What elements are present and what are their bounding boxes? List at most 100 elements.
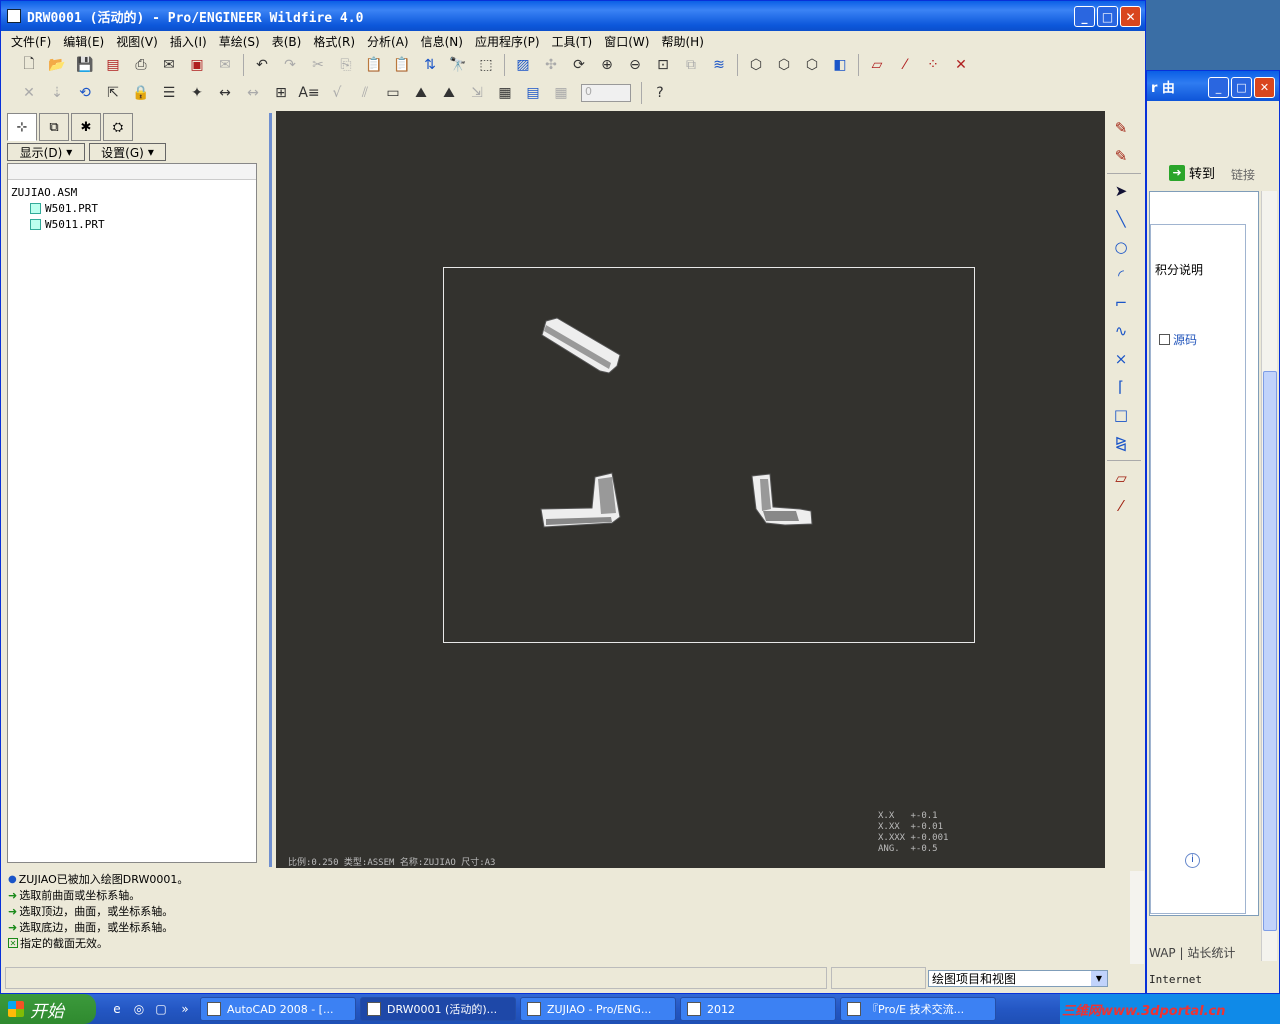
spin-input[interactable]: 0 xyxy=(581,84,631,102)
menu-edit[interactable]: 编辑(E) xyxy=(57,33,110,50)
menu-table[interactable]: 表(B) xyxy=(266,33,308,50)
open-file-icon[interactable]: 📂 xyxy=(43,53,71,77)
taskbar-item[interactable]: DRW0001 (活动的)... xyxy=(360,997,516,1021)
close-icon[interactable]: ✕ xyxy=(1254,77,1275,98)
spin-center-icon[interactable]: ✣ xyxy=(537,53,565,77)
quicklaunch-icon[interactable]: ◎ xyxy=(130,1000,148,1018)
balloon-icon[interactable]: ⛰ xyxy=(407,81,435,105)
copy-icon[interactable]: ⎘ xyxy=(332,53,360,77)
find-icon[interactable]: 🔭 xyxy=(444,53,472,77)
reorient-icon[interactable]: ⧉ xyxy=(677,53,705,77)
ie-icon[interactable]: e xyxy=(108,1000,126,1018)
source-checkbox[interactable]: 源码 xyxy=(1159,331,1197,348)
sketcher-tools-icon[interactable]: ✎ xyxy=(1107,143,1135,169)
maximize-icon[interactable]: □ xyxy=(1231,77,1252,98)
datum-tag-icon[interactable]: ▭ xyxy=(379,81,407,105)
background-browser-window[interactable]: r 由 _ □ ✕ ➜ 转到 链接 积分说明 源码 i WAP | 站长统计 I… xyxy=(1146,70,1280,994)
symbol-icon[interactable]: ⛰ xyxy=(435,81,463,105)
message-scrollbar[interactable] xyxy=(1130,871,1144,964)
more-icon[interactable]: » xyxy=(176,1000,194,1018)
arc-icon[interactable]: ◜ xyxy=(1107,262,1135,288)
email-icon[interactable]: ✉ xyxy=(155,53,183,77)
show-button[interactable]: 显示(D) ▾ xyxy=(7,143,85,161)
note-icon[interactable]: A≡ xyxy=(295,81,323,105)
view-bottom-left[interactable] xyxy=(540,472,621,528)
redo-icon[interactable]: ↷ xyxy=(276,53,304,77)
move-icon[interactable]: ⇣ xyxy=(43,81,71,105)
menu-insert[interactable]: 插入(I) xyxy=(164,33,213,50)
layer-tab-icon[interactable]: ⧉ xyxy=(39,113,69,141)
insert-table-icon[interactable]: ▦ xyxy=(491,81,519,105)
menu-tools[interactable]: 工具(T) xyxy=(546,33,599,50)
menu-format[interactable]: 格式(R) xyxy=(307,33,361,50)
save-copy-icon[interactable]: ▤ xyxy=(99,53,127,77)
menu-file[interactable]: 文件(F) xyxy=(5,33,57,50)
line-icon[interactable]: ╲ xyxy=(1107,206,1135,232)
spline-icon[interactable]: ∿ xyxy=(1107,318,1135,344)
datum-axis-display-icon[interactable]: ⁄ xyxy=(891,53,919,77)
menu-info[interactable]: 信息(N) xyxy=(415,33,469,50)
coord-sys-display-icon[interactable]: ✕ xyxy=(947,53,975,77)
tree-item[interactable]: W5011.PRT xyxy=(8,216,256,232)
wireframe-icon[interactable]: ⬡ xyxy=(742,53,770,77)
minimize-icon[interactable]: _ xyxy=(1208,77,1229,98)
menu-applications[interactable]: 应用程序(P) xyxy=(469,33,546,50)
shading-icon[interactable]: ◧ xyxy=(826,53,854,77)
view-top-left[interactable] xyxy=(541,317,621,374)
links-label[interactable]: 链接 xyxy=(1231,166,1255,183)
taskbar-item[interactable]: 『Pro/E 技术交流... xyxy=(840,997,996,1021)
undo-icon[interactable]: ↶ xyxy=(248,53,276,77)
datum-axis-icon[interactable]: ⁄ xyxy=(1107,493,1135,519)
datum-plane-icon[interactable]: ▱ xyxy=(1107,465,1135,491)
drawing-canvas[interactable]: X.X +-0.1 X.XX +-0.01 X.XXX +-0.001 ANG.… xyxy=(276,111,1105,868)
select-box-icon[interactable]: ⬚ xyxy=(472,53,500,77)
print-icon[interactable]: ⎙ xyxy=(127,53,155,77)
paste-special-icon[interactable]: 📋 xyxy=(388,53,416,77)
repaint-icon[interactable]: ▨ xyxy=(509,53,537,77)
settings-button[interactable]: 设置(G) ▾ xyxy=(89,143,166,161)
email-link-icon[interactable]: ✉ xyxy=(211,53,239,77)
pdf-icon[interactable]: ▣ xyxy=(183,53,211,77)
show-annotations-icon[interactable]: ✦ xyxy=(183,81,211,105)
table-icon[interactable]: ☰ xyxy=(155,81,183,105)
zoom-in-icon[interactable]: ⊕ xyxy=(593,53,621,77)
chamfer-icon[interactable]: ⌈ xyxy=(1107,374,1135,400)
view-bottom-right[interactable] xyxy=(751,473,813,526)
delete-icon[interactable]: ✕ xyxy=(15,81,43,105)
datum-point-display-icon[interactable]: ⁘ xyxy=(919,53,947,77)
new-file-icon[interactable]: 🗋 xyxy=(15,53,43,77)
context-help-icon[interactable]: ? xyxy=(646,81,674,105)
goto-button[interactable]: ➜ 转到 xyxy=(1169,163,1215,182)
circle-icon[interactable]: ○ xyxy=(1107,234,1135,260)
select-arrow-icon[interactable]: ➤ xyxy=(1107,178,1135,204)
geom-tol-icon[interactable]: ⫽ xyxy=(351,81,379,105)
taskbar-item[interactable]: AutoCAD 2008 - [... xyxy=(200,997,356,1021)
surface-finish-icon[interactable]: √ xyxy=(323,81,351,105)
menu-view[interactable]: 视图(V) xyxy=(110,33,164,50)
lock-view-icon[interactable]: 🔒 xyxy=(127,81,155,105)
model-tree-tab-icon[interactable]: ⊹ xyxy=(7,113,37,141)
ref-dimension-icon[interactable]: ↔ xyxy=(239,81,267,105)
no-hidden-icon[interactable]: ⬡ xyxy=(798,53,826,77)
menu-analysis[interactable]: 分析(A) xyxy=(361,33,415,50)
panel-splitter[interactable] xyxy=(261,113,273,867)
tree-item[interactable]: W501.PRT xyxy=(8,200,256,216)
zoom-out-icon[interactable]: ⊖ xyxy=(621,53,649,77)
menu-sketch[interactable]: 草绘(S) xyxy=(213,33,266,50)
folder-browser-tab-icon[interactable]: ✱ xyxy=(71,113,101,141)
minimize-button[interactable]: _ xyxy=(1074,6,1095,27)
show-desktop-icon[interactable]: ▢ xyxy=(152,1000,170,1018)
cut-icon[interactable]: ✂ xyxy=(304,53,332,77)
selection-filter-dropdown[interactable]: 绘图项目和视图 ▼ xyxy=(928,970,1108,987)
footer-links[interactable]: WAP | 站长统计 xyxy=(1149,944,1235,961)
taskbar-item[interactable]: 2012 xyxy=(680,997,836,1021)
menu-window[interactable]: 窗口(W) xyxy=(598,33,655,50)
point-icon[interactable]: × xyxy=(1107,346,1135,372)
save-icon[interactable]: 💾 xyxy=(71,53,99,77)
mirror-icon[interactable]: ⧎ xyxy=(1107,430,1135,456)
zoom-fit-icon[interactable]: ⊡ xyxy=(649,53,677,77)
datum-plane-display-icon[interactable]: ▱ xyxy=(863,53,891,77)
saved-views-icon[interactable]: ≋ xyxy=(705,53,733,77)
offset-icon[interactable]: □ xyxy=(1107,402,1135,428)
close-button[interactable]: ✕ xyxy=(1120,6,1141,27)
